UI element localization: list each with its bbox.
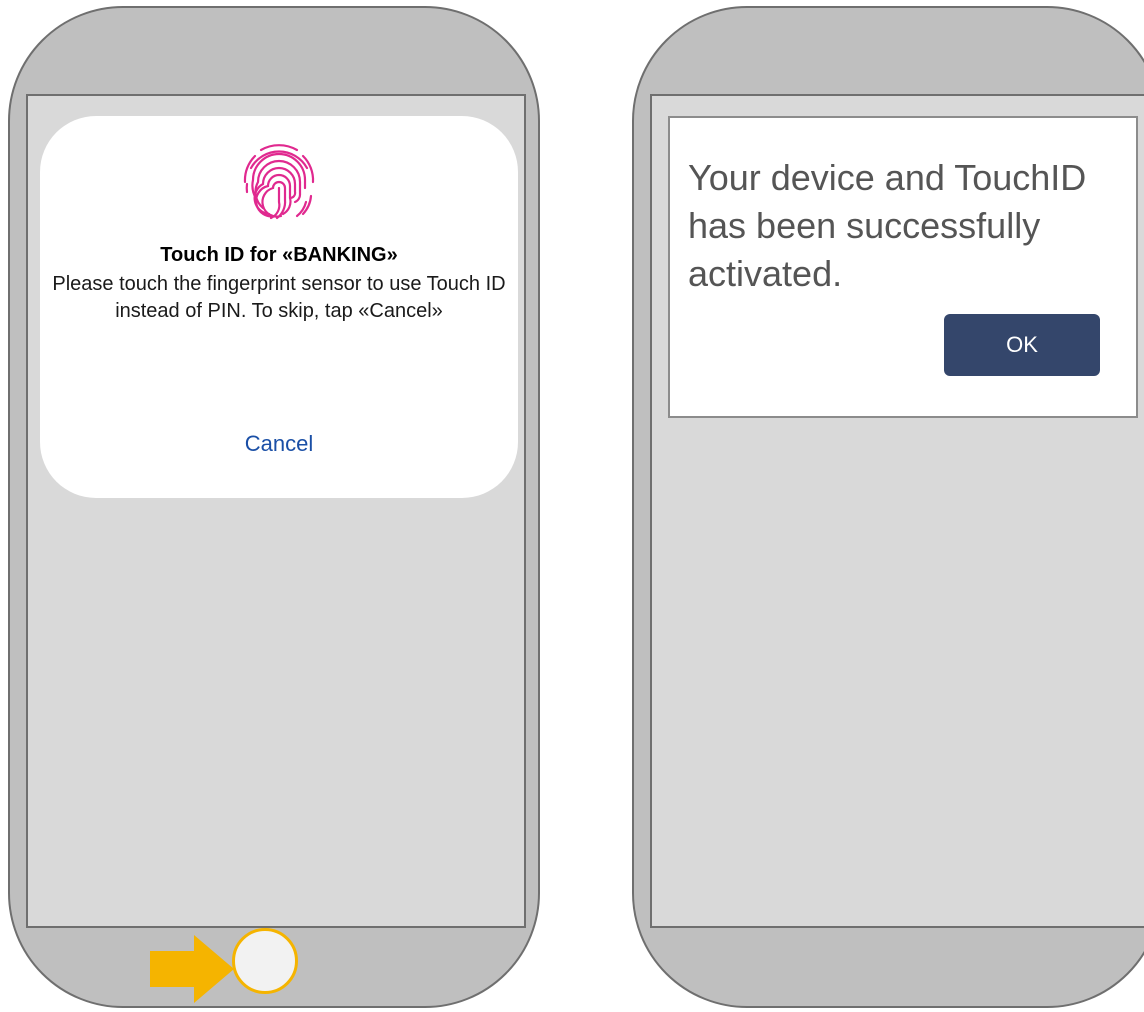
phone-frame-right: Your device and TouchID has been success… [632, 6, 1144, 1008]
alert-message: Please touch the fingerprint sensor to u… [52, 273, 506, 322]
home-button[interactable] [232, 928, 298, 994]
ok-button[interactable]: OK [944, 314, 1100, 376]
phone-frame-left: Touch ID for «BANKING» Please touch the … [8, 6, 540, 1008]
phone-screen-right: Your device and TouchID has been success… [650, 94, 1144, 928]
alert-title: Touch ID for «BANKING» [160, 244, 398, 266]
phone-screen-left: Touch ID for «BANKING» Please touch the … [26, 94, 526, 928]
touch-id-alert: Touch ID for «BANKING» Please touch the … [40, 116, 518, 498]
cancel-button[interactable]: Cancel [40, 431, 518, 457]
activation-dialog: Your device and TouchID has been success… [668, 116, 1138, 418]
fingerprint-icon [237, 138, 321, 222]
arrow-right-icon [150, 935, 234, 1003]
activation-message: Your device and TouchID has been success… [688, 157, 1087, 294]
